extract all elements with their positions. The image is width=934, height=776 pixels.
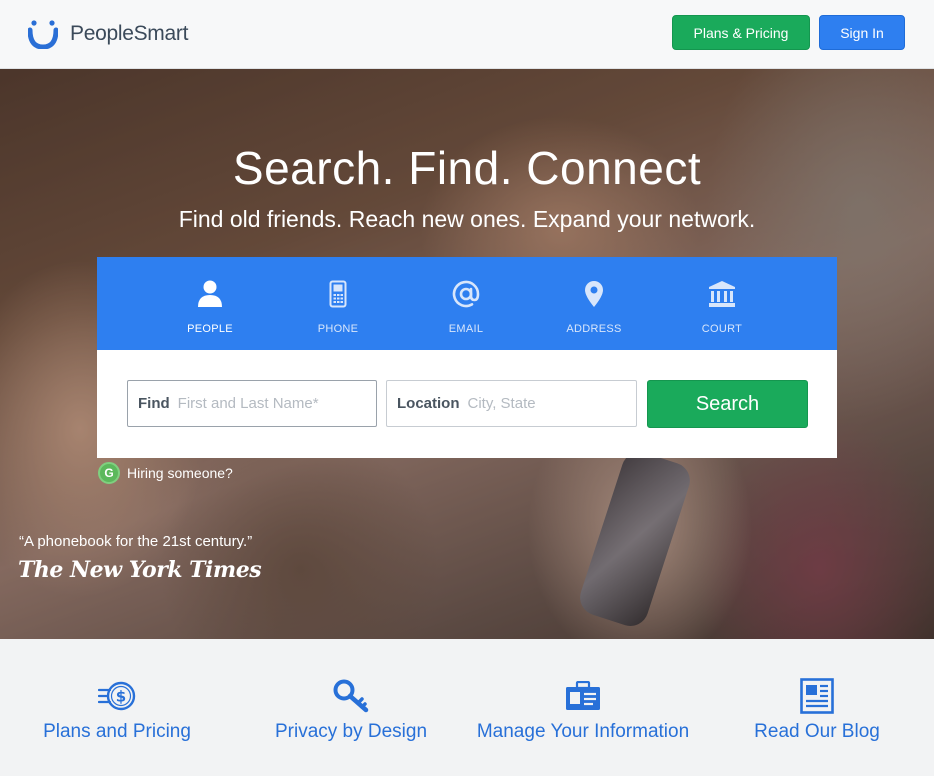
feature-plans-pricing[interactable]: $ Plans and Pricing xyxy=(0,677,234,743)
tab-label: COURT xyxy=(701,323,743,335)
phone-icon xyxy=(323,279,353,309)
press-quote: “A phonebook for the 21st century.” xyxy=(19,533,253,550)
location-field[interactable]: Location xyxy=(386,380,637,427)
tab-label: PEOPLE xyxy=(187,323,233,335)
tab-phone[interactable]: PHONE xyxy=(274,257,402,350)
tab-address[interactable]: ADDRESS xyxy=(530,257,658,350)
search-button[interactable]: Search xyxy=(647,380,808,428)
sign-in-button[interactable]: Sign In xyxy=(819,15,905,50)
hiring-text: Hiring someone? xyxy=(127,465,233,481)
feature-label: Manage Your Information xyxy=(476,721,690,742)
tab-label: ADDRESS xyxy=(566,323,622,335)
courthouse-icon xyxy=(707,279,737,309)
hero-subtitle: Find old friends. Reach new ones. Expand… xyxy=(178,206,756,232)
smile-logo-icon xyxy=(28,20,58,49)
money-icon: $ xyxy=(97,677,137,715)
key-icon xyxy=(331,677,371,715)
find-label: Find xyxy=(138,395,170,412)
feature-blog[interactable]: Read Our Blog xyxy=(700,677,934,743)
logo[interactable]: PeopleSmart xyxy=(28,19,188,49)
features-bar: $ Plans and Pricing Privacy by Design Ma… xyxy=(0,639,934,776)
plans-pricing-button[interactable]: Plans & Pricing xyxy=(672,15,810,50)
tab-court[interactable]: COURT xyxy=(658,257,786,350)
site-header: PeopleSmart Plans & Pricing Sign In xyxy=(0,0,934,69)
hiring-link[interactable]: G Hiring someone? xyxy=(98,462,233,484)
feature-manage-info[interactable]: Manage Your Information xyxy=(466,677,700,743)
location-input[interactable] xyxy=(467,395,618,412)
search-tabs: PEOPLE PHONE EMAIL ADDRESS COURT xyxy=(97,257,837,350)
nyt-logo: The New York Times xyxy=(18,557,262,583)
hero-title: Search. Find. Connect xyxy=(232,142,702,194)
location-label: Location xyxy=(397,395,460,412)
tab-label: EMAIL xyxy=(448,323,484,335)
g-badge-icon: G xyxy=(98,462,120,484)
name-input[interactable] xyxy=(177,395,328,412)
tab-label: PHONE xyxy=(317,323,359,335)
at-icon xyxy=(451,279,481,309)
search-form: Find Location Search xyxy=(97,350,837,458)
person-icon xyxy=(195,279,225,309)
hero-section: Search. Find. Connect Find old friends. … xyxy=(0,69,934,639)
feature-label: Read Our Blog xyxy=(754,721,880,742)
search-panel: PEOPLE PHONE EMAIL ADDRESS COURT Find Fi… xyxy=(97,257,837,458)
find-field[interactable]: Find xyxy=(127,380,377,427)
map-pin-icon xyxy=(579,279,609,309)
feature-privacy[interactable]: Privacy by Design xyxy=(234,677,468,743)
id-card-icon xyxy=(563,677,603,715)
tab-email[interactable]: EMAIL xyxy=(402,257,530,350)
logo-text: PeopleSmart xyxy=(70,22,189,45)
feature-label: Privacy by Design xyxy=(274,721,428,742)
feature-label: Plans and Pricing xyxy=(43,721,191,742)
svg-text:$: $ xyxy=(116,688,126,706)
tab-people[interactable]: PEOPLE xyxy=(146,257,274,350)
newspaper-icon xyxy=(797,677,837,715)
